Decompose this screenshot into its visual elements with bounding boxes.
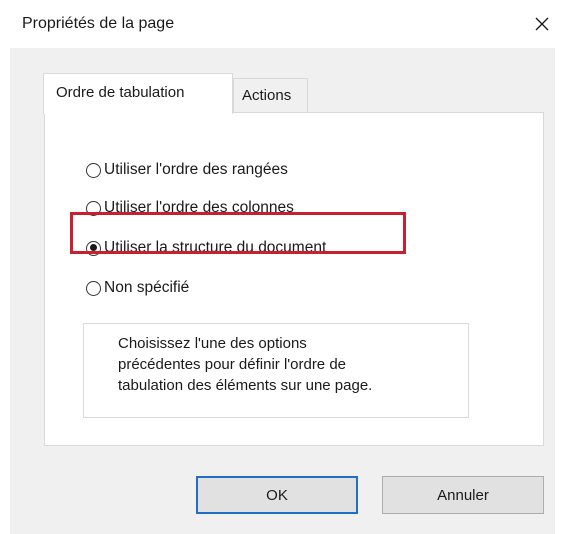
radio-label: Non spécifié <box>104 279 190 296</box>
radio-label: Utiliser l'ordre des rangées <box>104 161 288 178</box>
tab-label: Ordre de tabulation <box>56 84 185 101</box>
dialog-body: Ordre de tabulation Actions Utiliser l'o… <box>10 48 555 534</box>
tab-label: Actions <box>242 87 292 104</box>
ok-button[interactable]: OK <box>196 476 358 514</box>
description-line: précédentes pour définir l'ordre de <box>118 356 347 373</box>
radio-button[interactable] <box>86 162 101 178</box>
cancel-label: Annuler <box>437 486 489 504</box>
description-box: Choisissez l'une des options précédentes… <box>83 323 469 418</box>
radio-button[interactable] <box>86 280 101 296</box>
close-button[interactable] <box>527 9 557 39</box>
radio-row-order[interactable]: Utiliser l'ordre des rangées <box>86 159 288 181</box>
dialog-title: Propriétés de la page <box>22 15 175 32</box>
radio-unspecified[interactable]: Non spécifié <box>86 277 189 299</box>
page-properties-dialog: Propriétés de la page Ordre de tabulatio… <box>0 0 565 534</box>
tab-actions[interactable]: Actions <box>233 78 308 113</box>
description-line: tabulation des éléments sur une page. <box>118 377 373 394</box>
tab-order-panel: Utiliser l'ordre des rangées Utiliser l'… <box>44 112 544 446</box>
description-line: Choisissez l'une des options <box>118 335 307 352</box>
selection-highlight-box <box>70 212 406 254</box>
close-icon <box>535 17 549 31</box>
cancel-button[interactable]: Annuler <box>382 476 544 514</box>
title-bar: Propriétés de la page <box>0 0 565 48</box>
ok-label: OK <box>266 486 288 504</box>
tab-tab-order[interactable]: Ordre de tabulation <box>43 73 233 114</box>
